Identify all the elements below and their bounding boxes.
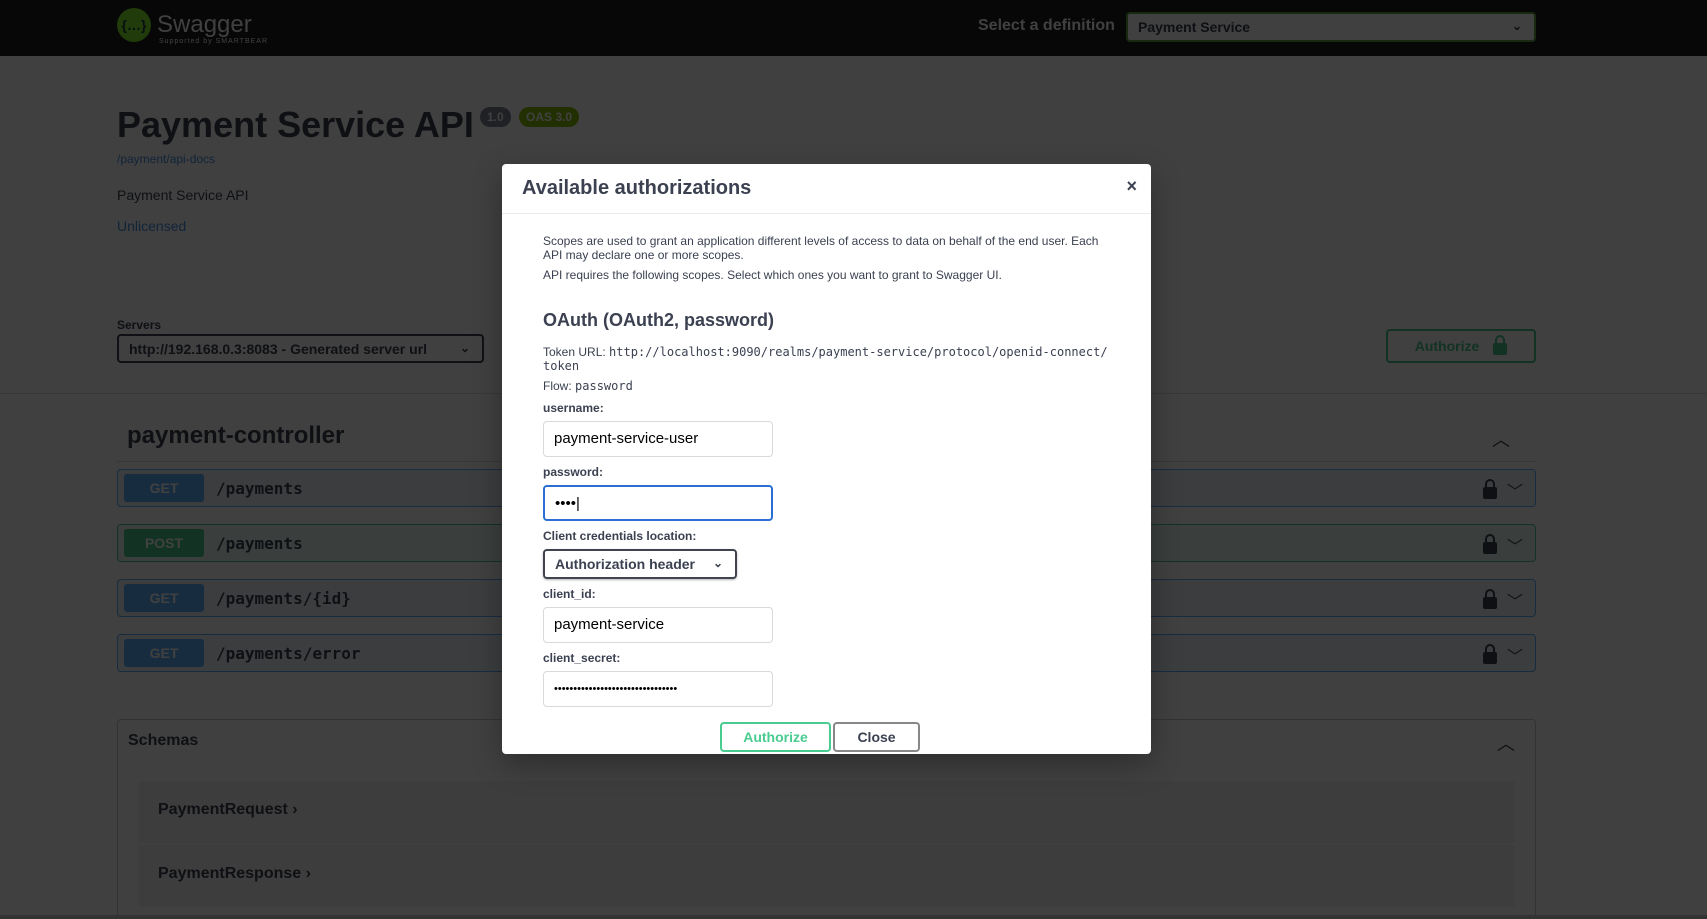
username-input[interactable]: payment-service-user — [543, 421, 773, 457]
lock-icon[interactable] — [1482, 479, 1497, 499]
chevron-down-icon: ⌄ — [459, 341, 470, 355]
api-docs-link[interactable]: /payment/api-docs — [117, 152, 215, 166]
chevron-down-icon[interactable]: ﹀ — [1507, 533, 1523, 557]
lock-icon[interactable] — [1482, 589, 1497, 609]
servers-label: Servers — [117, 318, 162, 332]
chevron-right-icon: › — [292, 801, 298, 818]
chevron-down-icon[interactable]: ﹀ — [1507, 588, 1523, 612]
lock-icon — [1493, 335, 1508, 355]
chevron-down-icon[interactable]: ﹀ — [1507, 478, 1523, 502]
lock-icon[interactable] — [1482, 644, 1497, 664]
servers-select[interactable]: http://192.168.0.3:8083 - Generated serv… — [117, 334, 484, 363]
authorize-button[interactable]: Authorize — [1386, 329, 1536, 363]
flow-value: password — [575, 379, 633, 393]
version-badge: 1.0 — [480, 107, 511, 127]
license-link[interactable]: Unlicensed — [117, 218, 186, 234]
schemas-title[interactable]: Schemas — [128, 732, 198, 750]
scopes-text-2: API requires the following scopes. Selec… — [543, 268, 1002, 282]
definition-select[interactable]: Payment Service ⌄ — [1126, 12, 1536, 42]
schema-item[interactable]: PaymentRequest › — [138, 781, 1515, 843]
top-bar: {…} Swagger Supported by SMARTBEAR Selec… — [0, 0, 1707, 56]
auth-modal: Available authorizations × Scopes are use… — [502, 164, 1151, 754]
oas-badge: OAS 3.0 — [519, 107, 580, 127]
chevron-down-icon: ⌄ — [1511, 19, 1522, 33]
password-input[interactable]: ••••| — [543, 485, 773, 521]
modal-title: Available authorizations — [522, 177, 752, 199]
page-title: Payment Service API — [117, 104, 474, 145]
client-id-input[interactable]: payment-service — [543, 607, 773, 643]
client-secret-input[interactable]: •••••••••••••••••••••••••••••••• — [543, 671, 773, 707]
tag-title[interactable]: payment-controller — [127, 422, 344, 450]
chevron-up-icon[interactable]: ︿ — [1497, 730, 1515, 756]
chevron-right-icon: › — [305, 865, 311, 882]
scopes-text: Scopes are used to grant an application … — [543, 234, 1099, 262]
api-description: Payment Service API — [117, 187, 249, 203]
scheme-title: OAuth (OAuth2, password) — [543, 310, 774, 330]
close-icon[interactable]: × — [1126, 176, 1137, 197]
swagger-logo-icon: {…} — [117, 8, 151, 42]
schema-item[interactable]: PaymentResponse › — [138, 845, 1515, 907]
chevron-down-icon: ⌄ — [712, 556, 723, 570]
modal-authorize-button[interactable]: Authorize — [720, 722, 831, 752]
chevron-down-icon[interactable]: ﹀ — [1507, 643, 1523, 667]
swagger-logo[interactable]: {…} Swagger Supported by SMARTBEAR — [117, 8, 267, 45]
lock-icon[interactable] — [1482, 534, 1497, 554]
token-url: http://localhost:9090/realms/payment-ser… — [543, 345, 1108, 373]
definition-label: Select a definition — [978, 17, 1115, 34]
credentials-location-select[interactable]: Authorization header ⌄ — [543, 549, 737, 579]
modal-close-button[interactable]: Close — [833, 722, 920, 752]
chevron-up-icon[interactable]: ︿ — [1492, 426, 1510, 452]
